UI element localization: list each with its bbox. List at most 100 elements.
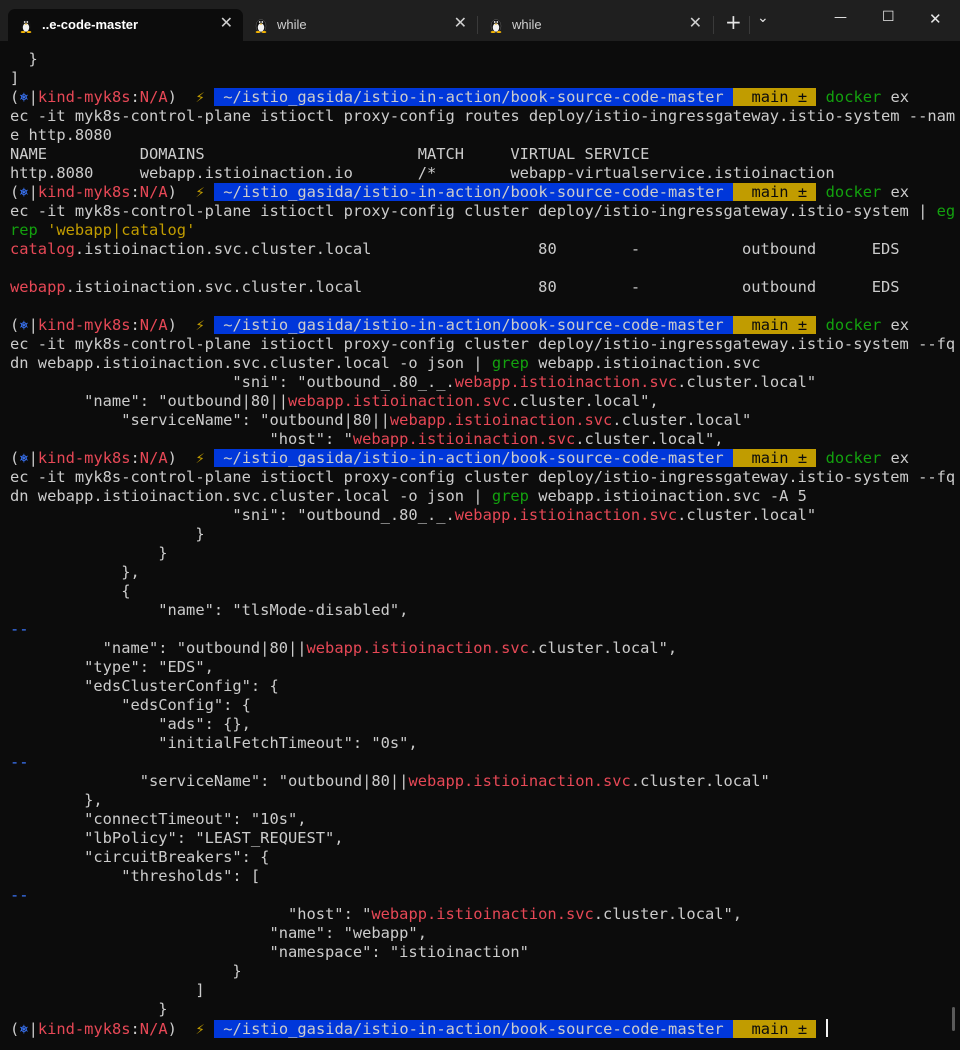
tab-close-icon[interactable]: ✕	[689, 15, 702, 33]
terminal-text: .cluster.local"	[677, 506, 817, 524]
terminal-text: "name": "webapp",	[10, 924, 427, 942]
prompt-paren: )	[167, 316, 177, 334]
prompt-git-segment: main ±	[732, 88, 817, 106]
lightning-icon: ⚡	[195, 183, 205, 201]
terminal-text: .cluster.local"	[677, 373, 817, 391]
terminal-line: ]	[10, 981, 204, 1000]
terminal-text: "ads": {},	[10, 715, 251, 733]
prompt-paren: )	[167, 183, 177, 201]
terminal-text: "type": "EDS",	[10, 658, 214, 676]
terminal-text: "host": "	[10, 905, 372, 923]
terminal-text: e http.8080	[10, 126, 112, 144]
tab-while-1[interactable]: while ✕	[243, 9, 477, 41]
tab-active[interactable]: ..e-code-master ✕	[8, 9, 243, 41]
prompt-separator: |	[28, 1020, 38, 1038]
prompt-colon: :	[130, 449, 140, 467]
terminal-line: "name": "webapp",	[10, 924, 427, 943]
text-cursor	[825, 1019, 828, 1037]
terminal-text: http.8080 webapp.istioinaction.io /* web…	[10, 164, 835, 182]
tab-while-2[interactable]: while ✕	[478, 9, 712, 41]
terminal-output[interactable]: }] (⎈|kind-myk8s:N/A) ⚡ ~/istio_gasida/is…	[0, 41, 960, 1050]
terminal-text: --	[10, 620, 29, 638]
tab-close-icon[interactable]: ✕	[454, 15, 467, 33]
terminal-line: ec -it myk8s-control-plane istioctl prox…	[10, 335, 955, 354]
lightning-icon: ⚡	[195, 1020, 205, 1038]
terminal-text: grep	[491, 354, 529, 372]
terminal-line: },	[10, 791, 103, 810]
kubernetes-icon: ⎈	[19, 88, 29, 106]
terminal-line: "serviceName": "outbound|80||webapp.isti…	[10, 411, 751, 430]
kubernetes-icon: ⎈	[19, 1020, 29, 1038]
terminal-line: (⎈|kind-myk8s:N/A) ⚡ ~/istio_gasida/isti…	[10, 1019, 828, 1038]
prompt-colon: :	[130, 88, 140, 106]
terminal-line: "ads": {},	[10, 715, 251, 734]
terminal-line: "host": "webapp.istioinaction.svc.cluste…	[10, 430, 723, 449]
git-branch-name: main ±	[751, 449, 808, 467]
tab-label: while	[277, 17, 307, 32]
terminal-text: "sni": "outbound_.80_._.	[10, 506, 455, 524]
terminal-line: NAME DOMAINS MATCH VIRTUAL SERVICE	[10, 145, 649, 164]
terminal-text: }	[10, 525, 205, 543]
tab-close-icon[interactable]: ✕	[220, 15, 233, 33]
terminal-line: "host": "webapp.istioinaction.svc.cluste…	[10, 905, 742, 924]
terminal-text: webapp.istioinaction.svc	[287, 392, 511, 410]
tux-icon	[490, 19, 502, 33]
terminal-line: (⎈|kind-myk8s:N/A) ⚡ ~/istio_gasida/isti…	[10, 183, 909, 202]
terminal-text: webapp.istioinaction.svc	[528, 354, 761, 372]
scrollbar-thumb[interactable]	[952, 1007, 955, 1031]
terminal-text: catalog	[10, 240, 75, 258]
maximize-button[interactable]: ☐	[882, 9, 895, 25]
terminal-line: --	[10, 620, 29, 639]
terminal-text: ]	[10, 69, 20, 87]
git-branch-name: main ±	[751, 183, 808, 201]
shell-prompt: (⎈|kind-myk8s:N/A) ⚡ ~/istio_gasida/isti…	[10, 1020, 817, 1038]
terminal-text: dn webapp.istioinaction.svc.cluster.loca…	[10, 354, 492, 372]
terminal-text: }	[10, 50, 38, 68]
terminal-text: "sni": "outbound_.80_._.	[10, 373, 455, 391]
terminal-text: .cluster.local",	[510, 392, 659, 410]
terminal-text: docker	[816, 88, 882, 106]
prompt-path: ~/istio_gasida/istio-in-action/book-sour…	[223, 88, 724, 106]
prompt-git-segment: main ±	[732, 183, 817, 201]
terminal-text: --	[10, 753, 29, 771]
terminal-text: },	[10, 563, 140, 581]
terminal-text: webapp.istioinaction.svc	[389, 411, 613, 429]
terminal-text: webapp.istioinaction.svc	[371, 905, 594, 923]
prompt-path: ~/istio_gasida/istio-in-action/book-sour…	[223, 1020, 724, 1038]
prompt-paren: )	[167, 88, 177, 106]
prompt-separator: |	[28, 88, 38, 106]
terminal-line: http.8080 webapp.istioinaction.io /* web…	[10, 164, 835, 183]
terminal-text: }	[10, 544, 168, 562]
terminal-text: ec -it myk8s-control-plane istioctl prox…	[10, 335, 956, 353]
kubernetes-icon: ⎈	[19, 183, 29, 201]
terminal-line: dn webapp.istioinaction.svc.cluster.loca…	[10, 487, 807, 506]
terminal-line: ]	[10, 69, 19, 88]
kube-context: kind-myk8s	[37, 88, 131, 106]
prompt-paren: (	[10, 316, 20, 334]
terminal-text: }	[10, 1000, 168, 1018]
close-window-button[interactable]: ✕	[929, 10, 942, 28]
new-tab-button[interactable]: +	[725, 12, 742, 32]
prompt-paren: (	[10, 88, 20, 106]
terminal-text: "edsConfig": {	[10, 696, 251, 714]
terminal-text: "serviceName": "outbound|80||	[10, 772, 409, 790]
terminal-line: "edsConfig": {	[10, 696, 251, 715]
terminal-text: webapp.istioinaction.svc	[454, 373, 678, 391]
terminal-line: },	[10, 563, 140, 582]
tab-dropdown-button[interactable]: ⌄	[757, 10, 769, 26]
terminal-text: "connectTimeout": "10s",	[10, 810, 307, 828]
terminal-line: "initialFetchTimeout": "0s",	[10, 734, 417, 753]
terminal-line: (⎈|kind-myk8s:N/A) ⚡ ~/istio_gasida/isti…	[10, 316, 909, 335]
minimize-button[interactable]: —	[834, 10, 847, 25]
terminal-text: webapp	[10, 278, 66, 296]
